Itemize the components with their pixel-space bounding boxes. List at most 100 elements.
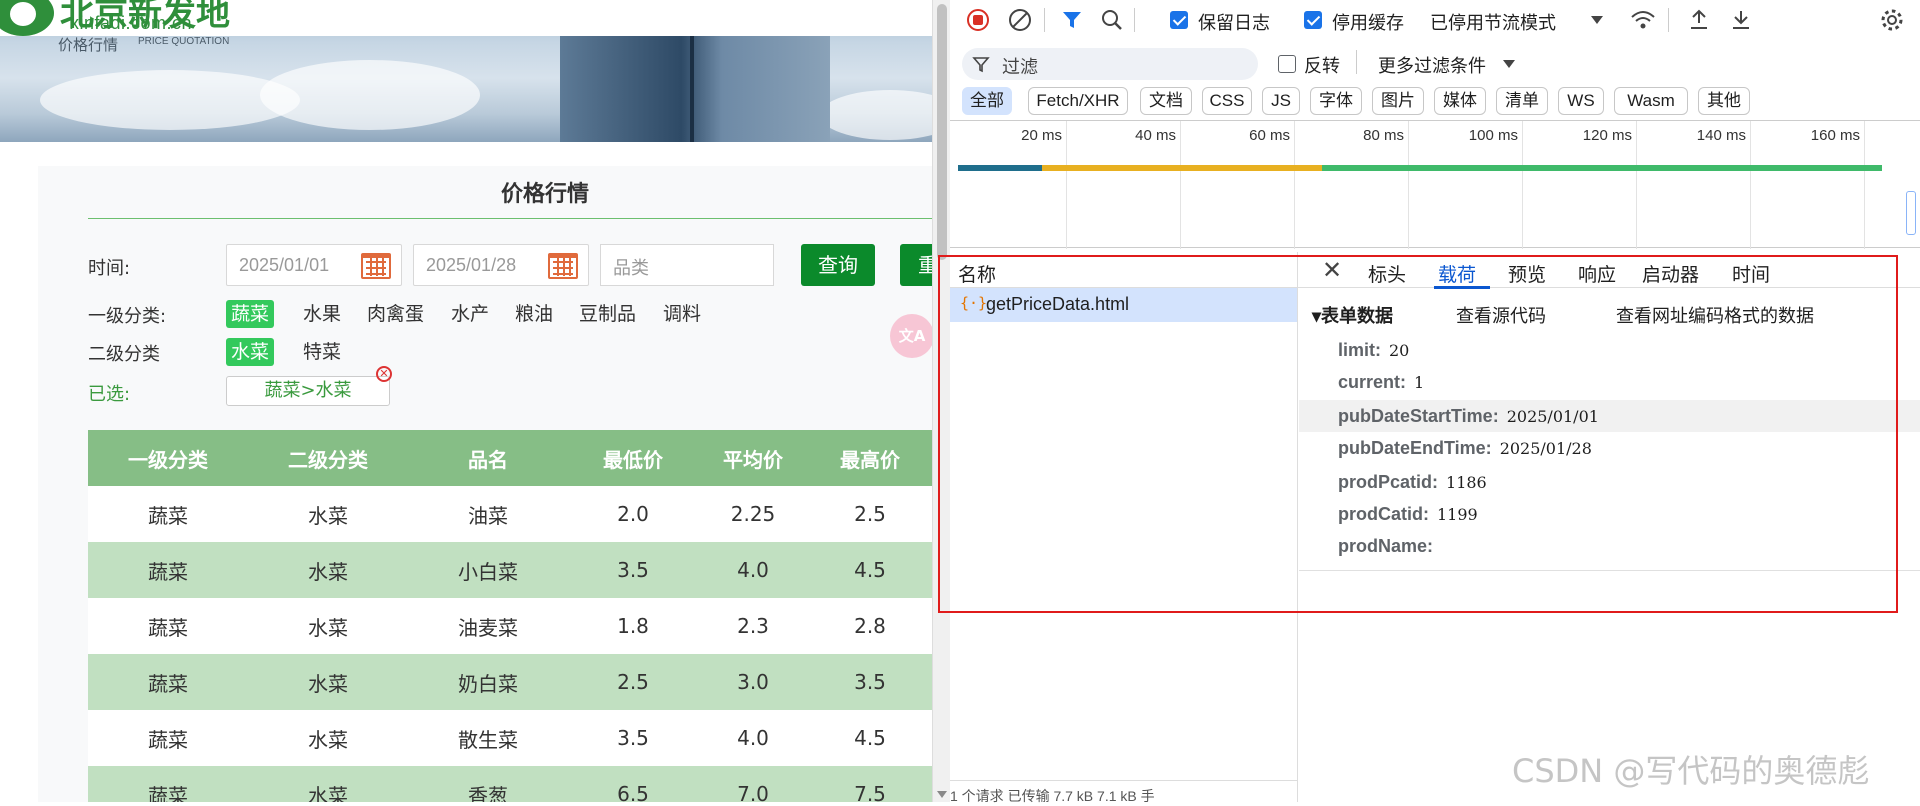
cloud-decoration (260, 60, 480, 130)
close-icon[interactable]: ✕ (1322, 256, 1342, 285)
download-icon[interactable] (1730, 8, 1752, 32)
page-scrollbar[interactable] (932, 0, 950, 802)
chevron-down-icon[interactable] (1590, 14, 1604, 26)
clear-filter-icon[interactable]: ✕ (376, 366, 392, 382)
payload-key: prodCatid: (1338, 504, 1429, 524)
devtools-panel: 保留日志 停用缓存 已停用节流模式 过滤 反转 更多过滤条件 全部 Fetch/… (950, 0, 1920, 802)
table-cell: 水菜 (248, 486, 408, 542)
type-chip[interactable]: CSS (1202, 87, 1252, 115)
timeline-gridline (1750, 121, 1751, 249)
table-cell: 1.8 (568, 598, 698, 654)
category-input[interactable]: 品类 (600, 244, 774, 286)
query-button[interactable]: 查询 (801, 244, 875, 286)
timeline-tick-label: 40 ms (1135, 127, 1176, 144)
search-icon[interactable] (1100, 8, 1124, 32)
column-header[interactable]: 品名 (408, 430, 568, 486)
type-chip[interactable]: JS (1262, 87, 1300, 115)
column-header[interactable]: 最低价 (568, 430, 698, 486)
payload-value: 2025/01/01 (1506, 407, 1599, 426)
filter-icon[interactable] (1060, 8, 1084, 32)
tab-preview[interactable]: 预览 (1508, 260, 1546, 287)
table-row[interactable]: 蔬菜 水菜 香葱 6.5 7.0 7.5 (88, 766, 932, 802)
payload-key: limit: (1338, 340, 1381, 360)
type-chip[interactable]: Wasm (1614, 87, 1688, 115)
type-chip[interactable]: 清单 (1496, 87, 1548, 115)
category-chip[interactable]: 豆制品 (574, 300, 641, 328)
subcategory-chip[interactable]: 水菜 (226, 338, 275, 366)
type-chip[interactable]: 全部 (962, 87, 1012, 115)
network-timeline[interactable]: 20 ms 40 ms 60 ms 80 ms 100 ms 120 ms 14… (950, 120, 1920, 249)
request-row[interactable]: {·} getPriceData.html (950, 288, 1297, 322)
category-chip[interactable]: 水果 (298, 300, 346, 328)
chevron-down-icon[interactable] (1502, 58, 1516, 70)
tab-headers[interactable]: 标头 (1368, 260, 1406, 287)
view-source-link[interactable]: 查看源代码 (1456, 302, 1546, 328)
form-data-toggle[interactable]: ▾表单数据 (1312, 302, 1393, 328)
tab-payload[interactable]: 载荷 (1438, 260, 1476, 287)
scroll-down-icon[interactable] (937, 791, 947, 798)
payload-item: prodPcatid: 1186 (1338, 466, 1487, 498)
price-panel: 价格行情 时间: 2025/01/01 2025/01/28 品类 查询 重 一… (38, 166, 932, 802)
preserve-log-checkbox[interactable] (1170, 11, 1188, 29)
start-date-input[interactable]: 2025/01/01 (226, 244, 402, 286)
column-header[interactable]: 一级分类 (88, 430, 248, 486)
translate-icon[interactable]: 文A (890, 314, 932, 358)
payload-value: 1186 (1446, 473, 1487, 492)
subcategory-chip[interactable]: 特菜 (298, 338, 346, 366)
type-chip[interactable]: WS (1558, 87, 1604, 115)
tab-timing[interactable]: 时间 (1732, 260, 1770, 287)
view-url-encoded-link[interactable]: 查看网址编码格式的数据 (1616, 302, 1814, 328)
tab-initiator[interactable]: 启动器 (1642, 260, 1699, 287)
banner-slogan: 价格行情 (58, 36, 119, 54)
type-chip[interactable]: 文档 (1140, 87, 1192, 115)
end-date-input[interactable]: 2025/01/28 (413, 244, 589, 286)
table-cell: 3.5 (808, 654, 932, 710)
gear-icon[interactable] (1880, 8, 1904, 32)
payload-key: pubDateEndTime: (1338, 438, 1492, 458)
payload-item: pubDateStartTime: 2025/01/01 (1338, 400, 1599, 432)
record-stop-icon[interactable] (966, 8, 990, 32)
filter-input[interactable]: 过滤 (962, 48, 1258, 80)
type-chip[interactable]: 图片 (1372, 87, 1424, 115)
scrollbar-thumb[interactable] (937, 4, 947, 260)
clear-icon[interactable] (1008, 8, 1032, 32)
building-image (560, 36, 830, 142)
category-chip[interactable]: 调料 (658, 300, 706, 328)
disable-cache-checkbox[interactable] (1304, 11, 1322, 29)
category-chip[interactable]: 粮油 (510, 300, 558, 328)
table-row[interactable]: 蔬菜 水菜 油麦菜 1.8 2.3 2.8 (88, 598, 932, 654)
timeline-tick-label: 120 ms (1582, 127, 1632, 144)
reset-button[interactable]: 重 (900, 244, 932, 286)
timeline-handle[interactable] (1906, 191, 1916, 235)
type-chip[interactable]: Fetch/XHR (1028, 87, 1128, 115)
active-tab-indicator (1434, 286, 1490, 289)
column-header[interactable]: 最高价 (808, 430, 932, 486)
table-cell: 油菜 (408, 486, 568, 542)
calendar-icon[interactable] (548, 253, 578, 279)
table-row[interactable]: 蔬菜 水菜 散生菜 3.5 4.0 4.5 (88, 710, 932, 766)
calendar-icon[interactable] (361, 253, 391, 279)
tab-response[interactable]: 响应 (1578, 260, 1616, 287)
type-chip[interactable]: 字体 (1310, 87, 1362, 115)
column-header[interactable]: 二级分类 (248, 430, 408, 486)
payload-key: current: (1338, 372, 1407, 392)
timeline-gridline (1180, 121, 1181, 249)
invert-checkbox[interactable] (1278, 55, 1296, 73)
network-conditions-icon[interactable] (1630, 8, 1656, 32)
throttle-select[interactable]: 已停用节流模式 (1430, 9, 1556, 35)
preserve-log-label: 保留日志 (1198, 13, 1270, 33)
column-header[interactable]: 平均价 (698, 430, 808, 486)
timeline-gridline (1522, 121, 1523, 249)
category-chip[interactable]: 蔬菜 (226, 300, 275, 328)
type-chip[interactable]: 其他 (1698, 87, 1750, 115)
logo-domain[interactable]: xinfadi.com.cn (70, 13, 192, 34)
more-filters-button[interactable]: 更多过滤条件 (1378, 52, 1486, 78)
upload-icon[interactable] (1688, 8, 1710, 32)
category-chip[interactable]: 肉禽蛋 (362, 300, 429, 328)
table-cell: 油麦菜 (408, 598, 568, 654)
type-chip[interactable]: 媒体 (1434, 87, 1486, 115)
table-row[interactable]: 蔬菜 水菜 小白菜 3.5 4.0 4.5 (88, 542, 932, 598)
category-chip[interactable]: 水产 (446, 300, 494, 328)
table-row[interactable]: 蔬菜 水菜 油菜 2.0 2.25 2.5 (88, 486, 932, 542)
table-row[interactable]: 蔬菜 水菜 奶白菜 2.5 3.0 3.5 (88, 654, 932, 710)
